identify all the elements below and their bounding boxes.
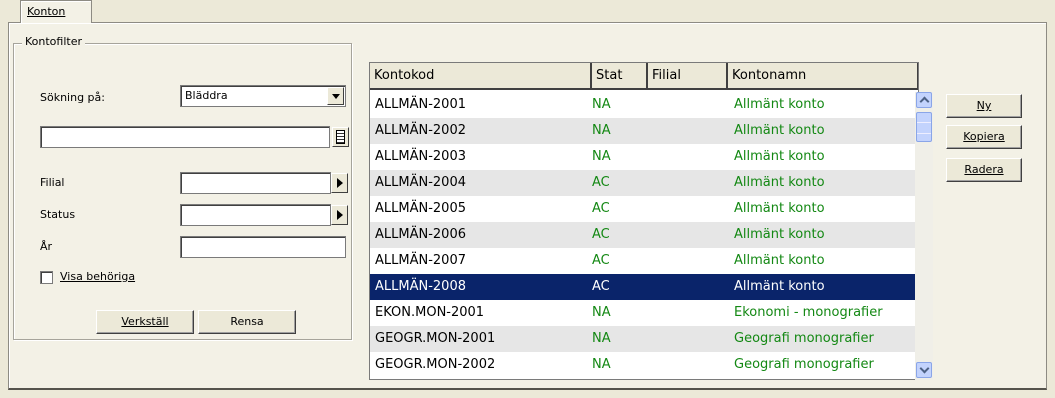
clear-button-label: Rensa [230, 315, 264, 328]
delete-button-label: Radera [964, 163, 1004, 176]
filial-field[interactable] [180, 172, 331, 194]
copy-button[interactable]: Kopiera [946, 125, 1022, 149]
scroll-down-button[interactable] [916, 362, 932, 378]
table-row[interactable]: GEOGR.MON-2001 NA Geografi monografier [370, 326, 918, 352]
search-mode-value: Bläddra [185, 89, 228, 102]
search-input[interactable] [40, 126, 330, 148]
cell-stat: AC [592, 253, 610, 268]
cell-kontonamn: Allmänt konto [734, 175, 825, 190]
show-authorized-label[interactable]: Visa behöriga [60, 270, 135, 283]
cell-stat: NA [592, 331, 611, 346]
table-row[interactable]: EKON.MON-2001 NA Ekonomi - monografier [370, 300, 918, 326]
cell-kontokod: ALLMÄN-2008 [375, 279, 466, 294]
cell-stat: AC [592, 227, 610, 242]
combo-dropdown-button[interactable] [327, 87, 344, 105]
table-row[interactable]: ALLMÄN-2008 AC Allmänt konto [370, 274, 918, 300]
cell-stat: AC [592, 175, 610, 190]
apply-button-label: Verkställ [121, 315, 169, 328]
cell-kontonamn: Allmänt konto [734, 97, 825, 112]
list-icon [336, 130, 345, 144]
table-row[interactable]: ALLMÄN-2003 NA Allmänt konto [370, 144, 918, 170]
arrow-right-icon [336, 178, 343, 188]
table-row[interactable]: ALLMÄN-2002 NA Allmänt konto [370, 118, 918, 144]
chevron-up-icon [919, 96, 929, 107]
table-row[interactable]: GEOGR.MON-2002 NA Geografi monografier [370, 352, 918, 378]
new-button[interactable]: Ny [946, 94, 1022, 118]
cell-stat: NA [592, 149, 611, 164]
status-field[interactable] [180, 204, 331, 226]
search-list-button[interactable] [332, 127, 349, 147]
cell-stat: NA [592, 97, 611, 112]
show-authorized-checkbox[interactable] [40, 271, 53, 284]
table-row[interactable]: ALLMÄN-2004 AC Allmänt konto [370, 170, 918, 196]
tab-konton[interactable]: Konton [20, 0, 92, 23]
chevron-down-icon [919, 363, 929, 374]
tab-strip: Konton [8, 0, 1055, 23]
filial-lookup-button[interactable] [331, 173, 348, 193]
cell-kontokod: ALLMÄN-2003 [375, 149, 466, 164]
cell-kontokod: GEOGR.MON-2001 [375, 331, 496, 346]
grid-vertical-scrollbar[interactable] [915, 92, 933, 380]
status-label: Status [40, 208, 76, 221]
accounts-grid: Kontokod Stat Filial Kontonamn ALLMÄN-20… [369, 62, 919, 380]
clear-button[interactable]: Rensa [198, 310, 296, 334]
apply-button[interactable]: Verkställ [96, 310, 194, 334]
cell-kontonamn: Allmänt konto [734, 279, 825, 294]
cell-kontonamn: Geografi monografier [734, 331, 874, 346]
cell-stat: NA [592, 123, 611, 138]
cell-kontokod: ALLMÄN-2005 [375, 201, 466, 216]
table-row[interactable]: ALLMÄN-2007 AC Allmänt konto [370, 248, 918, 274]
column-header-kontokod[interactable]: Kontokod [370, 63, 592, 90]
filial-label: Filial [40, 176, 65, 189]
year-label: År [40, 240, 53, 253]
cell-stat: AC [592, 279, 610, 294]
grid-rows: ALLMÄN-2001 NA Allmänt konto ALLMÄN-2002 NA A… [370, 92, 918, 378]
cell-stat: NA [592, 357, 611, 372]
cell-kontonamn: Ekonomi - monografier [734, 305, 883, 320]
cell-kontokod: ALLMÄN-2007 [375, 253, 466, 268]
cell-kontokod: ALLMÄN-2004 [375, 175, 466, 190]
filter-legend: Kontofilter [22, 35, 85, 48]
cell-stat: NA [592, 305, 611, 320]
status-lookup-button[interactable] [331, 205, 348, 225]
table-row[interactable]: ALLMÄN-2001 NA Allmänt konto [370, 92, 918, 118]
cell-kontonamn: Allmänt konto [734, 227, 825, 242]
table-row[interactable]: ALLMÄN-2005 AC Allmänt konto [370, 196, 918, 222]
cell-kontonamn: Allmänt konto [734, 201, 825, 216]
search-label: Sökning på: [40, 91, 105, 104]
column-header-stat[interactable]: Stat [592, 63, 648, 90]
scroll-up-button[interactable] [916, 92, 932, 108]
delete-button[interactable]: Radera [946, 158, 1022, 182]
column-header-filial[interactable]: Filial [648, 63, 728, 90]
search-mode-combo[interactable]: Bläddra [180, 85, 346, 107]
cell-kontokod: ALLMÄN-2006 [375, 227, 466, 242]
cell-kontonamn: Allmänt konto [734, 123, 825, 138]
arrow-right-icon [336, 210, 343, 220]
column-header-kontonamn[interactable]: Kontonamn [728, 63, 918, 90]
table-row[interactable]: ALLMÄN-2006 AC Allmänt konto [370, 222, 918, 248]
cell-kontonamn: Allmänt konto [734, 149, 825, 164]
year-field[interactable] [180, 236, 346, 258]
new-button-label: Ny [976, 99, 992, 112]
cell-kontokod: ALLMÄN-2001 [375, 97, 466, 112]
cell-kontokod: GEOGR.MON-2002 [375, 357, 496, 372]
cell-kontokod: EKON.MON-2001 [375, 305, 485, 320]
cell-kontokod: ALLMÄN-2002 [375, 123, 466, 138]
cell-stat: AC [592, 201, 610, 216]
cell-kontonamn: Geografi monografier [734, 357, 874, 372]
copy-button-label: Kopiera [963, 130, 1005, 143]
grid-header: Kontokod Stat Filial Kontonamn [370, 63, 918, 90]
cell-kontonamn: Allmänt konto [734, 253, 825, 268]
chevron-down-icon [331, 93, 340, 99]
scroll-thumb[interactable] [916, 112, 932, 142]
